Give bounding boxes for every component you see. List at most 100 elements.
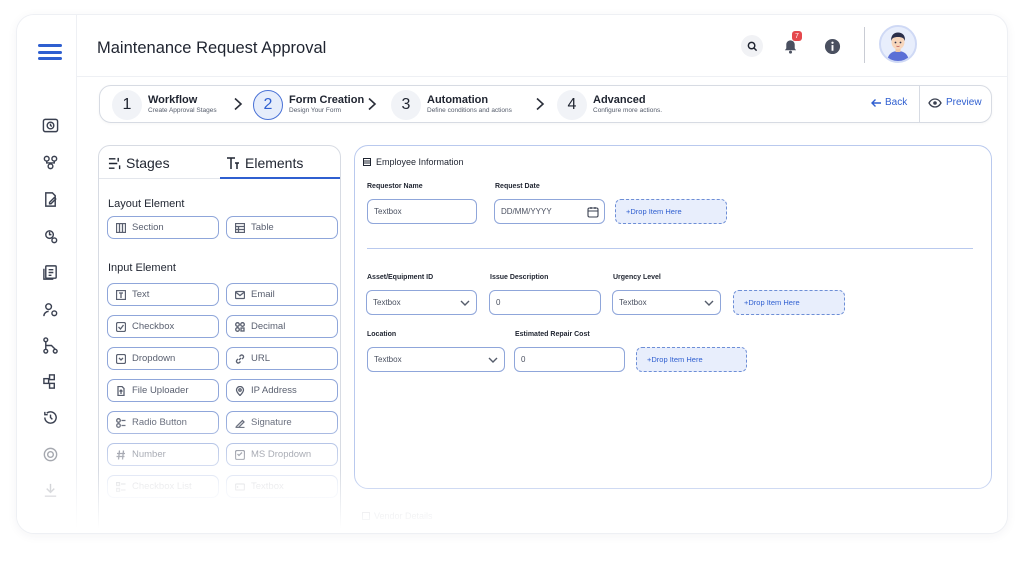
- history-icon[interactable]: [41, 408, 59, 426]
- download-icon[interactable]: [41, 481, 59, 499]
- hierarchy-icon[interactable]: [41, 336, 59, 354]
- element-radio-button[interactable]: Radio Button: [107, 411, 219, 434]
- page-title: Maintenance Request Approval: [97, 39, 327, 57]
- element-label: Signature: [251, 417, 292, 428]
- chevron-down-icon: [460, 300, 470, 306]
- element-section[interactable]: Section: [107, 216, 219, 239]
- step-automation[interactable]: 3 Automation Define conditions and actio…: [391, 90, 512, 120]
- workflow-icon[interactable]: [41, 153, 59, 171]
- element-number[interactable]: Number: [107, 443, 219, 466]
- request-date-input[interactable]: DD/MM/YYYY: [494, 199, 605, 224]
- hamburger-menu-icon[interactable]: [38, 44, 62, 60]
- textbox-icon: [235, 482, 245, 491]
- gear-icon[interactable]: [41, 445, 59, 463]
- element-textbox[interactable]: Textbox: [226, 475, 338, 498]
- text-elements-icon: [227, 157, 239, 169]
- requestor-name-input[interactable]: Textbox: [367, 199, 477, 224]
- workflow-stepper: 1 Workflow Create Approval Stages 2 Form…: [99, 85, 992, 123]
- element-file-uploader[interactable]: File Uploader: [107, 379, 219, 402]
- dashboard-icon[interactable]: [41, 116, 59, 134]
- active-tab-indicator: [220, 177, 340, 179]
- step-subtitle: Create Approval Stages: [148, 107, 217, 114]
- drop-zone[interactable]: +Drop Item Here: [636, 347, 747, 372]
- documents-icon[interactable]: [41, 263, 59, 281]
- issue-description-input[interactable]: 0: [489, 290, 601, 315]
- element-label: Checkbox List: [132, 481, 192, 492]
- asset-id-dropdown[interactable]: Textbox: [366, 290, 477, 315]
- element-label: Number: [132, 449, 166, 460]
- user-settings-icon[interactable]: [41, 300, 59, 318]
- section-title: Employee Information: [376, 157, 464, 167]
- location-dropdown[interactable]: Textbox: [367, 347, 505, 372]
- section-icon: [363, 158, 371, 166]
- bell-icon[interactable]: 7: [779, 31, 802, 57]
- email-icon: [235, 290, 245, 299]
- element-label: MS Dropdown: [251, 449, 312, 460]
- user-avatar[interactable]: [879, 25, 917, 63]
- edit-document-icon[interactable]: [41, 190, 59, 208]
- element-label: Decimal: [251, 321, 286, 332]
- tab-elements[interactable]: Elements: [226, 155, 303, 171]
- step-number: 4: [557, 90, 587, 120]
- integrations-icon[interactable]: [41, 372, 59, 390]
- signature-icon: [235, 419, 245, 428]
- link-icon: [235, 353, 245, 364]
- drop-zone[interactable]: +Drop Item Here: [615, 199, 727, 224]
- element-label: Textbox: [251, 481, 284, 492]
- info-icon[interactable]: [821, 35, 843, 57]
- element-checkbox-list[interactable]: Checkbox List: [107, 475, 219, 498]
- number-icon: [116, 449, 125, 460]
- app-window: Maintenance Request Approval 7 1 Workflo…: [16, 14, 1008, 534]
- arrow-left-icon: [871, 98, 881, 107]
- element-dropdown[interactable]: Dropdown: [107, 347, 219, 370]
- location-pin-icon: [235, 385, 245, 396]
- chevron-right-icon: [366, 97, 378, 111]
- step-title: Automation: [427, 94, 489, 106]
- step-form-creation[interactable]: 2 Form Creation Design Your Form: [253, 90, 364, 120]
- tab-elements-label: Elements: [245, 155, 304, 171]
- step-title: Workflow: [148, 94, 198, 106]
- element-url[interactable]: URL: [226, 347, 338, 370]
- element-decimal[interactable]: Decimal: [226, 315, 338, 338]
- back-button[interactable]: Back: [870, 97, 907, 108]
- element-label: Table: [251, 222, 274, 233]
- date-placeholder: DD/MM/YYYY: [501, 207, 552, 216]
- search-icon[interactable]: [741, 35, 763, 57]
- estimated-repair-cost-input[interactable]: 0: [514, 347, 625, 372]
- step-advanced[interactable]: 4 Advanced Configure more actions.: [557, 90, 662, 120]
- settings-user-icon[interactable]: [41, 227, 59, 245]
- urgency-level-dropdown[interactable]: Textbox: [612, 290, 721, 315]
- layout-element-heading: Layout Element: [108, 198, 185, 210]
- tab-stages[interactable]: Stages: [108, 155, 170, 171]
- back-label: Back: [885, 97, 908, 108]
- header-divider: [864, 27, 865, 63]
- step-subtitle: Design Your Form: [289, 107, 342, 114]
- element-text[interactable]: Text: [107, 283, 219, 306]
- text-icon: [116, 289, 126, 300]
- chevron-down-icon: [704, 300, 714, 306]
- calendar-icon[interactable]: [587, 206, 599, 218]
- element-label: Section: [132, 222, 164, 233]
- element-ms-dropdown[interactable]: MS Dropdown: [226, 443, 338, 466]
- element-checkbox[interactable]: Checkbox: [107, 315, 219, 338]
- stages-icon: [108, 157, 121, 169]
- step-title: Advanced: [593, 94, 646, 106]
- section-icon: [362, 512, 370, 520]
- element-email[interactable]: Email: [226, 283, 338, 306]
- decimal-icon: [235, 321, 245, 332]
- element-label: Email: [251, 289, 275, 300]
- element-table[interactable]: Table: [226, 216, 338, 239]
- estimated-repair-cost-label: Estimated Repair Cost: [515, 331, 590, 338]
- element-ip-address[interactable]: IP Address: [226, 379, 338, 402]
- notification-badge: 7: [792, 31, 802, 41]
- panel-tabs: Stages Elements: [99, 146, 340, 179]
- location-label: Location: [367, 331, 397, 338]
- preview-button[interactable]: Preview: [928, 97, 982, 108]
- element-signature[interactable]: Signature: [226, 411, 338, 434]
- section-divider: [367, 248, 973, 249]
- stepper-divider: [919, 86, 920, 122]
- step-workflow[interactable]: 1 Workflow Create Approval Stages: [112, 90, 217, 120]
- asset-id-label: Asset/Equipment ID: [367, 274, 434, 281]
- drop-zone[interactable]: +Drop Item Here: [733, 290, 845, 315]
- section-header: Employee Information: [363, 157, 464, 167]
